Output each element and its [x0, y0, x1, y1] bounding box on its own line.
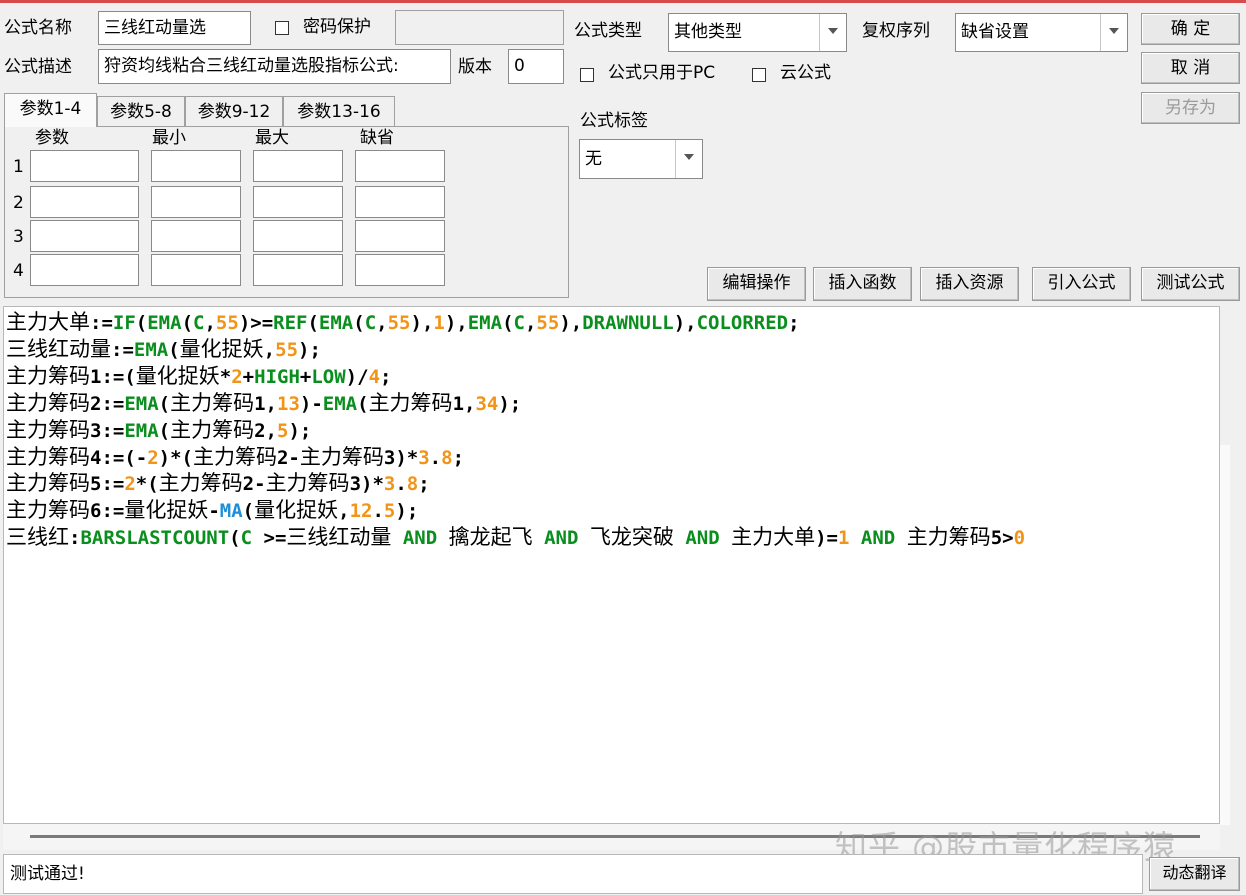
tab-params-1-4[interactable]: 参数1-4	[4, 93, 97, 127]
rights-series-label: 复权序列	[862, 21, 930, 41]
code-line[interactable]: 主力筹码4:=(-2)*(主力筹码2-主力筹码3)*3.8;	[4, 445, 1219, 472]
code-line[interactable]: 主力筹码1:=(量化捉妖*2+HIGH+LOW)/4;	[4, 364, 1219, 391]
formula-desc-label: 公式描述	[4, 57, 72, 77]
import-formula-button[interactable]: 引入公式	[1032, 267, 1131, 301]
col-header-min: 最小	[152, 128, 186, 148]
status-text: 测试通过!	[10, 864, 85, 884]
tab-params-5-8[interactable]: 参数5-8	[97, 96, 185, 127]
param-min-input[interactable]	[151, 254, 241, 286]
row-number: 4	[13, 261, 24, 281]
row-number: 1	[13, 157, 24, 177]
param-default-input[interactable]	[355, 220, 445, 252]
cloud-label: 云公式	[780, 63, 831, 83]
window-top-border	[0, 0, 1246, 3]
formula-tag-select[interactable]: 无	[579, 139, 703, 179]
pc-only-checkbox[interactable]	[580, 65, 594, 85]
param-default-input[interactable]	[355, 254, 445, 286]
row-number: 2	[13, 193, 24, 213]
row-number: 3	[13, 227, 24, 247]
param-max-input[interactable]	[253, 186, 343, 218]
code-line[interactable]: 三线红:BARSLASTCOUNT(C >=三线红动量 AND 擒龙起飞 AND…	[4, 525, 1219, 552]
param-name-input[interactable]	[30, 254, 139, 286]
param-max-input[interactable]	[253, 220, 343, 252]
param-default-input[interactable]	[355, 150, 445, 182]
formula-tag-value: 无	[585, 149, 602, 169]
param-min-input[interactable]	[151, 150, 241, 182]
code-line[interactable]: 主力筹码3:=EMA(主力筹码2,5);	[4, 418, 1219, 445]
chevron-down-icon[interactable]	[675, 140, 702, 178]
rights-series-select[interactable]: 缺省设置	[955, 13, 1128, 52]
password-label: 密码保护	[303, 17, 371, 37]
col-header-param: 参数	[35, 128, 69, 148]
dynamic-translate-button[interactable]: 动态翻译	[1149, 857, 1240, 891]
formula-name-label: 公式名称	[4, 18, 72, 38]
chevron-down-icon[interactable]	[819, 14, 846, 51]
code-line[interactable]: 主力大单:=IF(EMA(C,55)>=REF(EMA(C,55),1),EMA…	[4, 310, 1219, 337]
insert-function-button[interactable]: 插入函数	[813, 267, 912, 301]
formula-desc-input[interactable]: 狩资均线粘合三线红动量选股指标公式:	[98, 49, 451, 84]
col-header-default: 缺省	[360, 128, 394, 148]
code-line[interactable]: 主力筹码6:=量化捉妖-MA(量化捉妖,12.5);	[4, 498, 1219, 525]
formula-tag-label: 公式标签	[580, 111, 648, 131]
col-header-max: 最大	[255, 128, 289, 148]
param-default-input[interactable]	[355, 186, 445, 218]
rights-series-value: 缺省设置	[961, 22, 1029, 42]
param-min-input[interactable]	[151, 186, 241, 218]
code-editor[interactable]: 主力大单:=IF(EMA(C,55)>=REF(EMA(C,55),1),EMA…	[3, 306, 1220, 824]
test-formula-button[interactable]: 测试公式	[1141, 267, 1240, 301]
code-line[interactable]: 主力筹码5:=2*(主力筹码2-主力筹码3)*3.8;	[4, 471, 1219, 498]
code-line[interactable]: 主力筹码2:=EMA(主力筹码1,13)-EMA(主力筹码1,34);	[4, 391, 1219, 418]
tab-params-9-12[interactable]: 参数9-12	[185, 96, 283, 127]
code-line[interactable]: 三线红动量:=EMA(量化捉妖,55);	[4, 337, 1219, 364]
insert-resource-button[interactable]: 插入资源	[920, 267, 1019, 301]
tab-params-13-16[interactable]: 参数13-16	[283, 96, 395, 127]
pc-only-label: 公式只用于PC	[608, 63, 716, 83]
formula-name-input[interactable]: 三线红动量选	[98, 11, 251, 45]
version-input[interactable]: 0	[508, 49, 564, 84]
save-as-button[interactable]: 另存为	[1141, 92, 1240, 124]
password-checkbox[interactable]	[275, 18, 289, 38]
param-max-input[interactable]	[253, 150, 343, 182]
status-bar: 测试通过!	[3, 854, 1143, 894]
version-label: 版本	[458, 57, 492, 77]
formula-type-label: 公式类型	[574, 21, 642, 41]
password-input[interactable]	[395, 10, 564, 45]
formula-type-select[interactable]: 其他类型	[668, 13, 847, 52]
edit-ops-button[interactable]: 编辑操作	[707, 267, 806, 301]
param-min-input[interactable]	[151, 220, 241, 252]
param-name-input[interactable]	[30, 150, 139, 182]
param-max-input[interactable]	[253, 254, 343, 286]
param-name-input[interactable]	[30, 220, 139, 252]
password-check-box[interactable]	[275, 21, 289, 35]
cloud-checkbox[interactable]	[752, 65, 766, 85]
vertical-scrollbar[interactable]	[1220, 445, 1230, 825]
chevron-down-icon[interactable]	[1100, 14, 1127, 51]
cloud-check-box[interactable]	[752, 68, 766, 82]
cancel-button[interactable]: 取 消	[1141, 52, 1240, 84]
confirm-button[interactable]: 确 定	[1141, 13, 1240, 45]
pc-only-check-box[interactable]	[580, 68, 594, 82]
param-name-input[interactable]	[30, 186, 139, 218]
formula-type-value: 其他类型	[674, 22, 742, 42]
